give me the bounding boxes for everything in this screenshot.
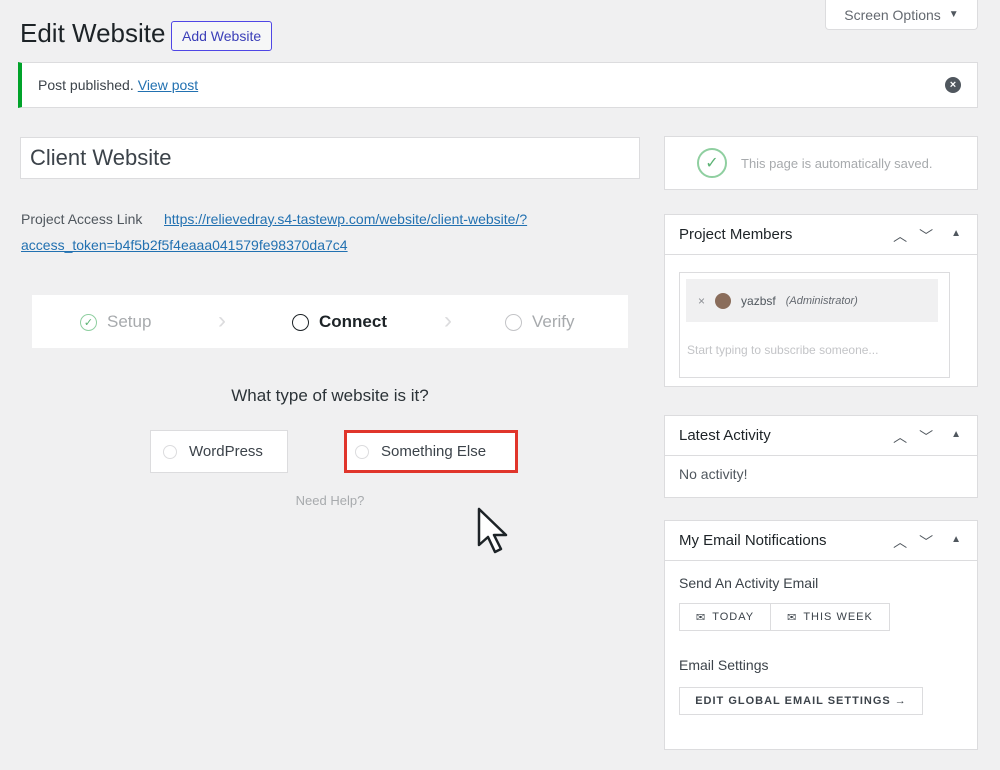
option-label: Something Else [381, 443, 487, 460]
box-header: Latest Activity ︿ ﹀ ▲ [665, 416, 977, 456]
autosave-text: This page is automatically saved. [741, 155, 933, 171]
notice-text: Post published. [38, 77, 134, 93]
project-members-box: Project Members ︿ ﹀ ▲ × yazbsf (Administ… [664, 214, 978, 387]
check-circle-icon: ✓ [80, 313, 97, 331]
post-title-input[interactable]: Client Website [20, 137, 640, 179]
toggle-panel-icon[interactable]: ▲ [951, 228, 961, 246]
move-down-icon[interactable]: ﹀ [919, 226, 933, 246]
move-up-icon[interactable]: ︿ [893, 226, 907, 246]
access-link-token[interactable]: access_token=b4f5b2f5f4eaaa041579fe98370… [21, 237, 348, 253]
member-role: (Administrator) [785, 294, 858, 307]
website-type-question: What type of website is it? [231, 386, 429, 405]
envelope-icon: ✉ [787, 611, 798, 624]
step-label: Connect [319, 312, 387, 331]
button-label: TODAY [712, 611, 755, 623]
remove-icon[interactable]: × [698, 294, 705, 308]
radio-icon [163, 444, 177, 459]
envelope-icon: ✉ [696, 611, 707, 624]
email-today-button[interactable]: ✉ TODAY [679, 603, 772, 631]
check-circle-icon: ✓ [697, 148, 727, 178]
activity-empty: No activity! [679, 466, 748, 482]
screen-options-label: Screen Options [844, 6, 941, 23]
radio-icon [355, 444, 369, 459]
step-setup[interactable]: ✓ Setup [80, 312, 151, 332]
member-name: yazbsf [741, 293, 776, 308]
setup-stepper: ✓ Setup › Connect › Verify [32, 295, 628, 348]
autosave-box: ✓ This page is automatically saved. [664, 136, 978, 190]
option-wordpress[interactable]: WordPress [150, 430, 288, 473]
email-notifications-box: My Email Notifications ︿ ﹀ ▲ Send An Act… [664, 520, 978, 750]
add-website-button[interactable]: Add Website [171, 21, 273, 51]
publish-notice: Post published. View post × [18, 62, 978, 108]
step-label: Setup [107, 312, 152, 331]
toggle-panel-icon[interactable]: ▲ [951, 429, 961, 447]
step-connect[interactable]: Connect [292, 312, 387, 332]
box-header: Project Members ︿ ﹀ ▲ [665, 215, 977, 255]
email-button-group: ✉ TODAY ✉ THIS WEEK [679, 603, 963, 631]
access-link-label: Project Access Link [21, 211, 143, 227]
chevron-right-icon: › [444, 307, 452, 334]
member-selector[interactable]: × yazbsf (Administrator) Start typing to… [679, 272, 950, 378]
move-up-icon[interactable]: ︿ [893, 427, 907, 447]
box-title: Latest Activity [679, 427, 771, 444]
move-down-icon[interactable]: ﹀ [919, 532, 933, 552]
circle-icon [505, 313, 522, 331]
page-title: Edit Website [20, 18, 166, 48]
need-help-link[interactable]: Need Help? [0, 493, 660, 508]
send-email-label: Send An Activity Email [679, 575, 819, 591]
email-this-week-button[interactable]: ✉ THIS WEEK [771, 603, 890, 631]
dismiss-icon[interactable]: × [945, 77, 961, 93]
option-label: WordPress [189, 443, 263, 460]
subscribe-input[interactable]: Start typing to subscribe someone... [687, 343, 878, 357]
email-settings-label: Email Settings [679, 657, 769, 673]
member-chip: × yazbsf (Administrator) [686, 279, 938, 322]
view-post-link[interactable]: View post [138, 77, 198, 93]
avatar [715, 292, 732, 309]
circle-icon [292, 313, 309, 331]
box-title: Project Members [679, 226, 793, 243]
toggle-panel-icon[interactable]: ▲ [951, 534, 961, 552]
chevron-right-icon: › [218, 307, 226, 334]
box-title: My Email Notifications [679, 532, 827, 549]
option-something-else[interactable]: Something Else [344, 430, 518, 473]
latest-activity-box: Latest Activity ︿ ﹀ ▲ No activity! [664, 415, 978, 498]
move-down-icon[interactable]: ﹀ [919, 427, 933, 447]
edit-global-email-settings-button[interactable]: EDIT GLOBAL EMAIL SETTINGS → [679, 687, 923, 715]
email-body: Send An Activity Email ✉ TODAY ✉ THIS WE… [665, 561, 977, 729]
step-label: Verify [532, 312, 575, 331]
button-label: THIS WEEK [803, 611, 873, 623]
caret-down-icon: ▼ [948, 9, 959, 20]
box-header: My Email Notifications ︿ ﹀ ▲ [665, 521, 977, 561]
access-link[interactable]: https://relievedray.s4-tastewp.com/websi… [164, 211, 527, 227]
mouse-cursor-icon [477, 507, 508, 554]
step-verify[interactable]: Verify [505, 312, 575, 332]
screen-options-button[interactable]: Screen Options ▼ [825, 0, 978, 30]
move-up-icon[interactable]: ︿ [893, 532, 907, 552]
